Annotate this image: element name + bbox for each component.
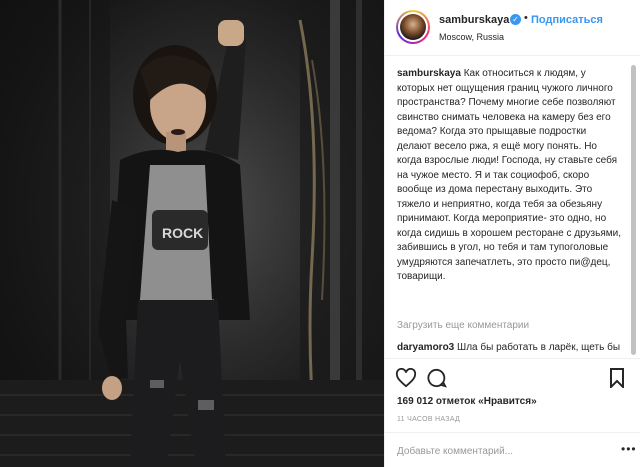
separator-dot: • [524,12,528,24]
post-actions [385,358,640,398]
avatar-ring [398,12,428,42]
more-options-icon[interactable]: ••• [621,442,637,456]
post-header: samburskaya ✓ • Подписаться Moscow, Russ… [385,0,640,56]
avatar-image [400,14,426,40]
comment-author-link[interactable]: daryamoro3 [397,342,454,353]
caption-author-link[interactable]: samburskaya [397,68,461,79]
comments-list[interactable]: samburskaya Как относиться к людям, у ко… [385,57,640,357]
bookmark-icon[interactable] [609,368,625,393]
post-photo-illustration: ROCK [0,0,384,467]
caption-text: Как относиться к людям, у которых нет ощ… [397,68,621,282]
post-side-panel: samburskaya ✓ • Подписаться Moscow, Russ… [384,0,640,467]
heart-icon[interactable] [395,367,417,393]
avatar[interactable] [396,10,430,44]
load-more-comments-button[interactable]: Загрузить еще комментарии [397,320,529,331]
likes-count[interactable]: 169 012 отметок «Нравится» [397,396,537,407]
caption: samburskaya Как относиться к людям, у ко… [397,67,621,285]
username-link[interactable]: samburskaya [439,14,509,26]
add-comment-bar: ••• [385,432,640,467]
scrollbar-thumb[interactable] [631,65,636,355]
verified-badge-icon: ✓ [510,14,521,25]
comment-item: daryamoro3 Шла бы работать в ларёк, щеть… [397,341,621,357]
location-link[interactable]: Moscow, Russia [439,32,504,42]
post-timestamp[interactable]: 11 ЧАСОВ НАЗАД [397,416,460,423]
follow-button[interactable]: Подписаться [531,14,603,26]
svg-text:ROCK: ROCK [162,225,203,241]
comments-scrollbar[interactable] [631,65,636,355]
post-photo[interactable]: ROCK [0,0,384,467]
comment-input[interactable] [397,443,617,459]
comment-icon[interactable] [427,368,447,393]
